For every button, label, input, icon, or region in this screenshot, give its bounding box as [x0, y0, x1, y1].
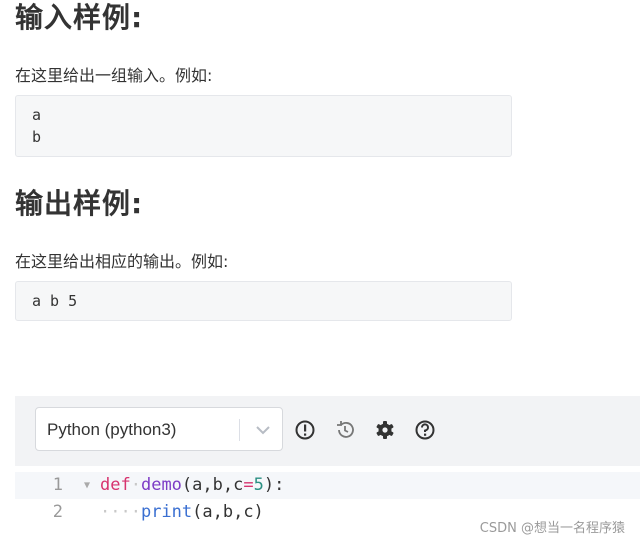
line-number: 2	[52, 502, 63, 522]
watermark: CSDN @想当一名程序猿	[479, 521, 625, 536]
code-text: def·demo(a,b,c=5):	[100, 475, 285, 495]
fold-arrow-icon[interactable]: ▼	[84, 472, 90, 499]
input-sample-block: a b	[15, 95, 512, 157]
language-select[interactable]: Python (python3)	[35, 407, 283, 451]
language-select-value: Python (python3)	[47, 420, 177, 439]
output-sample-heading: 输出样例:	[15, 187, 144, 220]
gear-icon[interactable]	[374, 419, 396, 441]
input-sample-heading: 输入样例:	[15, 1, 144, 34]
help-icon[interactable]	[414, 419, 436, 441]
output-sample-description: 在这里给出相应的输出。例如:	[15, 252, 229, 271]
info-icon[interactable]	[294, 419, 316, 441]
line-number: 1	[52, 475, 63, 495]
editor-toolbar: Python (python3)	[15, 396, 640, 466]
input-sample-description: 在这里给出一组输入。例如:	[15, 66, 213, 85]
chevron-down-icon[interactable]	[252, 419, 274, 441]
input-sample-line: a	[32, 106, 42, 124]
output-sample-line: a b 5	[32, 292, 78, 310]
output-sample-block: a b 5	[15, 281, 512, 321]
code-line[interactable]: 1 ▼ def·demo(a,b,c=5):	[15, 472, 640, 499]
select-divider	[239, 419, 240, 441]
history-icon[interactable]	[334, 419, 356, 441]
code-text: ····print(a,b,c)	[100, 502, 264, 522]
input-sample-line: b	[32, 128, 42, 146]
